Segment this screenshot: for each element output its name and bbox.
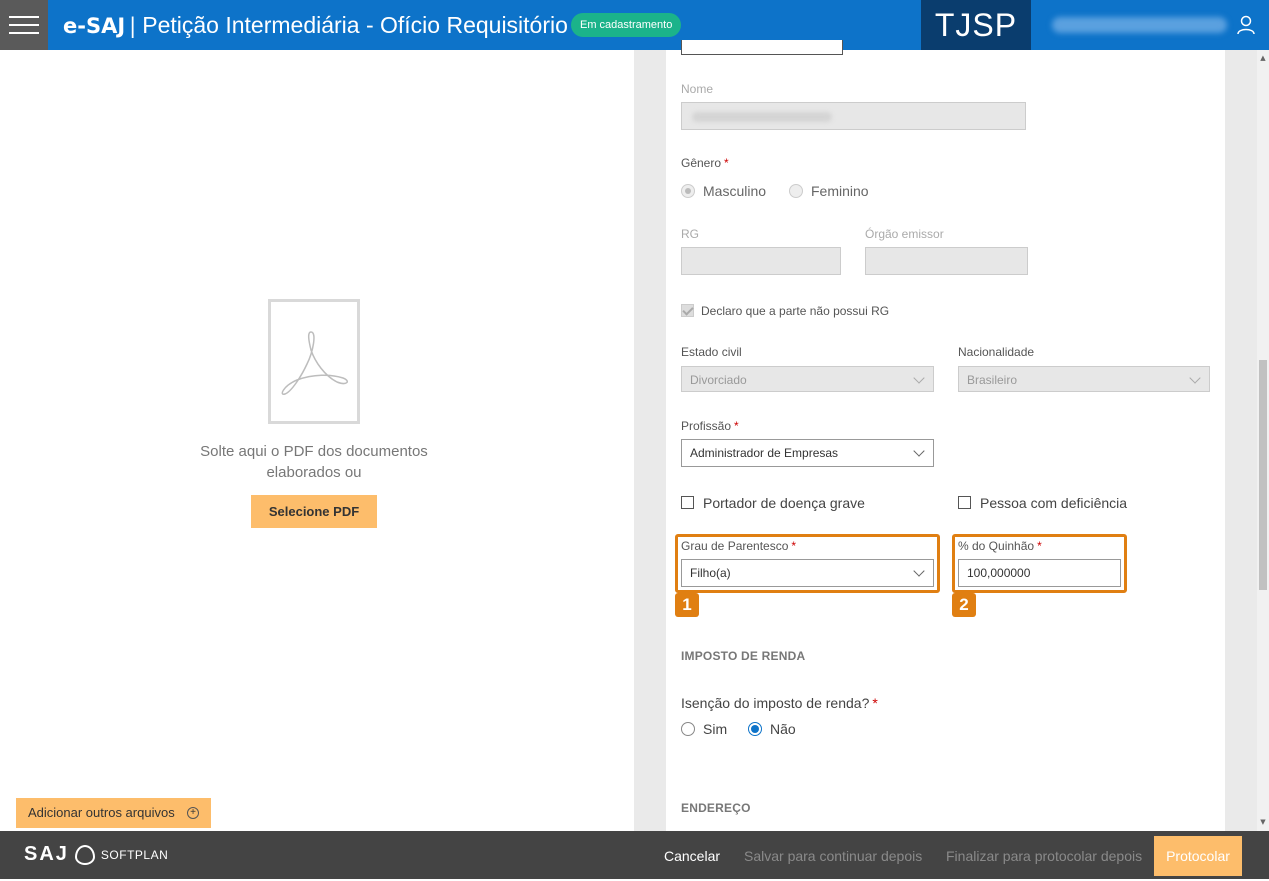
quinhao-label-text: % do Quinhão <box>958 539 1035 553</box>
radio-isencao-sim[interactable] <box>681 722 695 736</box>
chevron-down-icon <box>913 445 925 457</box>
nacionalidade-value: Brasileiro <box>967 373 1018 387</box>
declaro-checkbox[interactable] <box>681 304 694 317</box>
court-logo: TJSP <box>921 0 1031 50</box>
profissao-select[interactable]: Administrador de Empresas <box>681 439 934 467</box>
grau-parentesco-value: Filho(a) <box>690 566 731 580</box>
saj-logo-text: SAJ <box>24 843 69 865</box>
chevron-down-icon <box>913 372 925 384</box>
required-mark: * <box>734 419 739 433</box>
saj-softplan-logo: SAJ SOFTPLAN <box>24 843 168 866</box>
page-title-text: Petição Intermediária - Ofício Requisitó… <box>142 12 568 38</box>
radio-masculino[interactable] <box>681 184 695 198</box>
orgao-emissor-input <box>865 247 1028 275</box>
plus-circle-icon: + <box>187 807 199 819</box>
feminino-label: Feminino <box>811 183 869 199</box>
scroll-down-icon[interactable]: ▼ <box>1259 818 1267 826</box>
nao-label: Não <box>770 721 796 737</box>
chevron-down-icon <box>1189 372 1201 384</box>
isencao-label: Isenção do imposto de renda? * <box>681 695 878 711</box>
required-mark: * <box>1037 539 1042 553</box>
finish-later-button[interactable]: Finalizar para protocolar depois <box>946 831 1142 879</box>
acrobat-icon <box>281 331 349 395</box>
estado-civil-value: Divorciado <box>690 373 747 387</box>
deficiencia-checkbox[interactable] <box>958 496 971 509</box>
grau-label-text: Grau de Parentesco <box>681 539 789 553</box>
nome-label: Nome <box>681 82 714 96</box>
doenca-grave-label: Portador de doença grave <box>703 495 865 511</box>
annotation-badge-2: 2 <box>952 593 976 617</box>
required-mark: * <box>724 156 729 170</box>
declaro-label: Declaro que a parte não possui RG <box>701 304 890 318</box>
footer-bar: SAJ SOFTPLAN Cancelar Salvar para contin… <box>0 831 1269 879</box>
genero-label-text: Gênero <box>681 156 722 170</box>
doenca-grave-checkbox[interactable] <box>681 496 694 509</box>
nacionalidade-select: Brasileiro <box>958 366 1210 392</box>
user-icon[interactable] <box>1237 15 1255 35</box>
quinhao-input[interactable]: 100,000000 <box>958 559 1121 587</box>
rg-label: RG <box>681 227 699 241</box>
estado-civil-select: Divorciado <box>681 366 934 392</box>
app-name: e-SAJ <box>63 14 126 38</box>
softplan-heart-icon <box>74 844 95 865</box>
protocolar-button[interactable]: Protocolar <box>1154 836 1242 876</box>
grau-parentesco-select[interactable]: Filho(a) <box>681 559 934 587</box>
grau-parentesco-label: Grau de Parentesco * <box>681 539 796 553</box>
form-scrollbar[interactable]: ▲ ▼ <box>1257 50 1269 831</box>
previous-input[interactable] <box>681 40 843 55</box>
page-title: e-SAJ | Petição Intermediária - Ofício Req… <box>63 12 568 39</box>
orgao-emissor-label: Órgão emissor <box>865 227 944 241</box>
required-mark: * <box>791 539 797 553</box>
user-name-redacted[interactable] <box>1052 17 1227 33</box>
imposto-renda-heading: IMPOSTO DE RENDA <box>681 649 806 663</box>
cancel-button[interactable]: Cancelar <box>664 831 720 879</box>
endereco-heading: ENDEREÇO <box>681 801 751 815</box>
scroll-up-icon[interactable]: ▲ <box>1259 54 1267 62</box>
genero-label: Gênero * <box>681 156 729 170</box>
radio-isencao-nao[interactable] <box>748 722 762 736</box>
estado-civil-label: Estado civil <box>681 345 742 359</box>
title-separator: | <box>129 14 137 38</box>
deficiencia-label: Pessoa com deficiência <box>980 495 1128 511</box>
add-files-button[interactable]: Adicionar outros arquivos + <box>16 798 211 828</box>
profissao-value: Administrador de Empresas <box>690 446 839 460</box>
nome-value-redacted <box>692 112 832 122</box>
profissao-label: Profissão * <box>681 419 739 433</box>
profissao-label-text: Profissão <box>681 419 732 433</box>
chevron-down-icon <box>913 565 925 577</box>
scrollbar-thumb[interactable] <box>1259 360 1267 590</box>
status-badge: Em cadastramento <box>571 13 682 37</box>
drop-instructions: Solte aqui o PDF dos documentos elaborad… <box>200 443 428 481</box>
radio-feminino[interactable] <box>789 184 803 198</box>
save-later-button[interactable]: Salvar para continuar depois <box>744 831 922 879</box>
hamburger-menu-icon[interactable] <box>0 0 48 50</box>
sim-label: Sim <box>703 721 728 737</box>
top-bar: e-SAJ | Petição Intermediária - Ofício Req… <box>0 0 1269 50</box>
rg-input <box>681 247 841 275</box>
pdf-placeholder <box>268 299 360 424</box>
softplan-logo-text: SOFTPLAN <box>100 847 169 862</box>
add-files-label: Adicionar outros arquivos <box>28 805 175 820</box>
annotation-badge-1: 1 <box>675 593 699 617</box>
isencao-label-text: Isenção do imposto de renda? <box>681 695 870 711</box>
select-pdf-button[interactable]: Selecione PDF <box>251 495 377 528</box>
masculino-label: Masculino <box>703 183 767 199</box>
required-mark: * <box>872 695 878 711</box>
nacionalidade-label: Nacionalidade <box>958 345 1035 359</box>
quinhao-label: % do Quinhão * <box>958 539 1042 553</box>
